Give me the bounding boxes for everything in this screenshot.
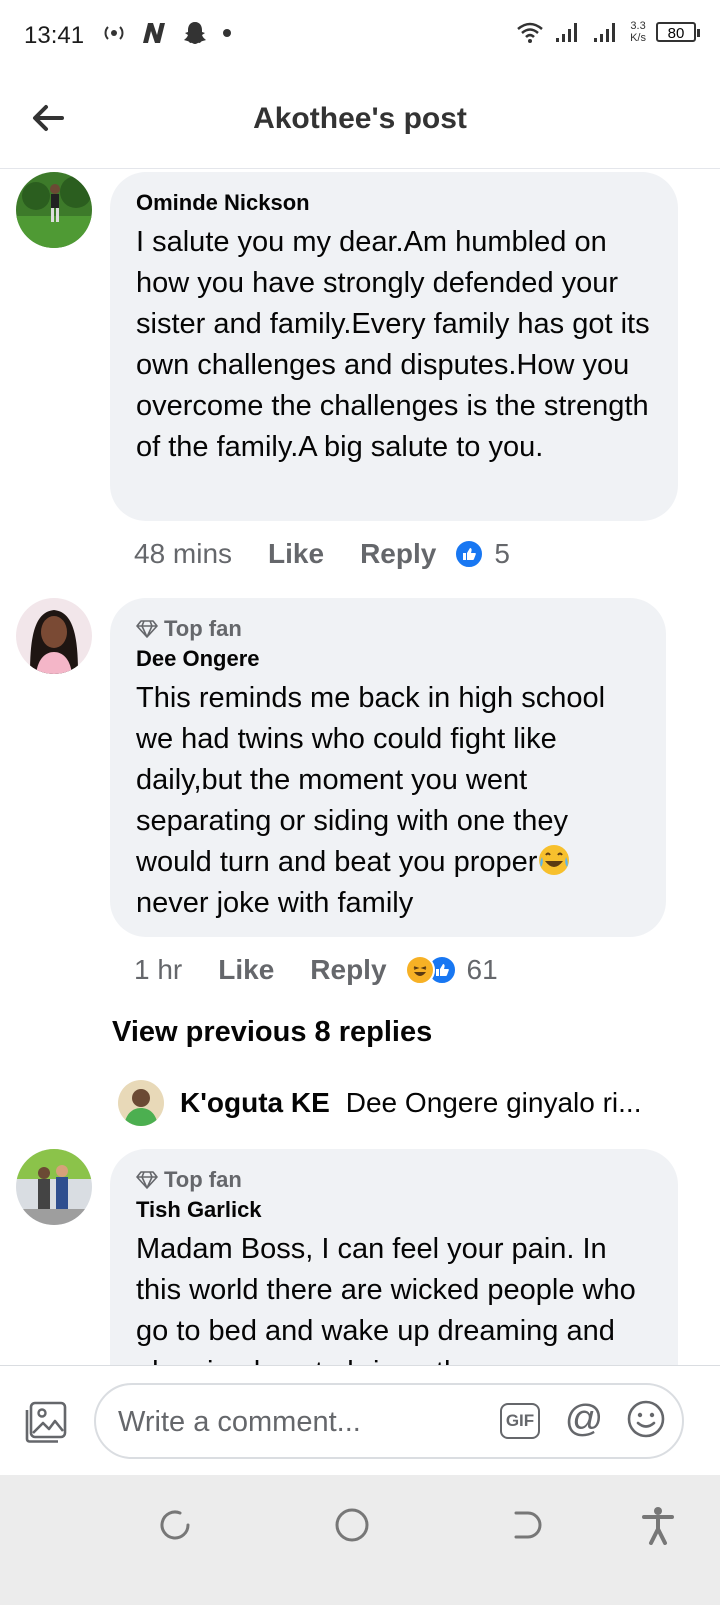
reply-author[interactable]: K'oguta KE xyxy=(180,1087,330,1119)
reply-button[interactable]: Reply xyxy=(360,538,436,570)
avatar[interactable] xyxy=(118,1080,164,1126)
comment-author[interactable]: Dee Ongere xyxy=(136,646,640,672)
view-previous-replies-link[interactable]: View previous 8 replies xyxy=(112,1016,432,1049)
like-reaction-icon xyxy=(454,539,485,569)
hotspot-icon xyxy=(104,26,124,40)
comment-bubble[interactable]: Top fan Dee Ongere This reminds me back … xyxy=(110,598,666,937)
signal-icon-1 xyxy=(556,23,578,42)
reactions[interactable] xyxy=(404,955,457,985)
status-time: 13:41 xyxy=(24,22,85,49)
top-fan-badge: Top fan xyxy=(136,616,640,642)
like-button[interactable]: Like xyxy=(218,954,274,986)
home-icon[interactable] xyxy=(332,1505,372,1545)
comment-author[interactable]: Ominde Nickson xyxy=(136,190,652,216)
avatar[interactable] xyxy=(16,598,92,674)
photo-icon[interactable] xyxy=(22,1398,70,1446)
like-button[interactable]: Like xyxy=(268,538,324,570)
emoji-icon[interactable] xyxy=(626,1399,666,1439)
reactions[interactable] xyxy=(454,539,485,569)
system-nav-bar xyxy=(0,1475,720,1605)
diamond-icon xyxy=(136,1171,158,1189)
comment-bubble[interactable]: Ominde Nickson I salute you my dear.Am h… xyxy=(110,172,678,521)
status-bar: 13:41 3.3 K/s 80 xyxy=(0,0,720,72)
reaction-count[interactable]: 5 xyxy=(494,538,510,570)
accessibility-icon[interactable] xyxy=(638,1505,678,1545)
avatar[interactable] xyxy=(16,1149,92,1225)
avatar[interactable] xyxy=(16,172,92,248)
comment-text: I salute you my dear.Am humbled on how y… xyxy=(136,226,650,463)
recents-icon[interactable] xyxy=(156,1505,196,1545)
comment-time[interactable]: 1 hr xyxy=(134,954,182,986)
comment-actions: 48 mins Like Reply 5 xyxy=(134,534,510,574)
battery-icon: 80 xyxy=(656,22,700,42)
back-nav-icon[interactable] xyxy=(506,1505,546,1545)
top-fan-badge: Top fan xyxy=(136,1167,652,1193)
reply-text: Dee Ongere ginyalo ri... xyxy=(345,1087,642,1118)
haha-reaction-icon xyxy=(404,955,435,985)
network-speed: 3.3 K/s xyxy=(630,20,646,44)
snapchat-icon xyxy=(184,22,206,44)
comment-actions: 1 hr Like Reply 61 xyxy=(134,950,498,990)
comment-input-container[interactable]: GIF @ xyxy=(94,1383,684,1459)
dot-icon xyxy=(223,29,231,37)
post-header: Akothee's post xyxy=(0,72,720,169)
gif-button[interactable]: GIF xyxy=(500,1403,540,1439)
signal-icon-2 xyxy=(594,23,616,42)
comment-input[interactable] xyxy=(116,1399,480,1445)
diamond-icon xyxy=(136,620,158,638)
reply-button[interactable]: Reply xyxy=(310,954,386,986)
laughing-crying-emoji-icon xyxy=(539,845,570,875)
reply-preview[interactable]: K'oguta KE Dee Ongere ginyalo ri... xyxy=(118,1078,678,1128)
reaction-count[interactable]: 61 xyxy=(467,954,498,986)
page-title: Akothee's post xyxy=(253,102,467,135)
comment-author[interactable]: Tish Garlick xyxy=(136,1197,652,1223)
mention-button[interactable]: @ xyxy=(562,1397,606,1441)
n-app-icon xyxy=(143,23,165,43)
wifi-icon xyxy=(517,22,543,43)
comment-composer: GIF @ xyxy=(0,1365,720,1476)
comment-time[interactable]: 48 mins xyxy=(134,538,232,570)
comment-text: This reminds me back in high school we h… xyxy=(136,682,606,919)
